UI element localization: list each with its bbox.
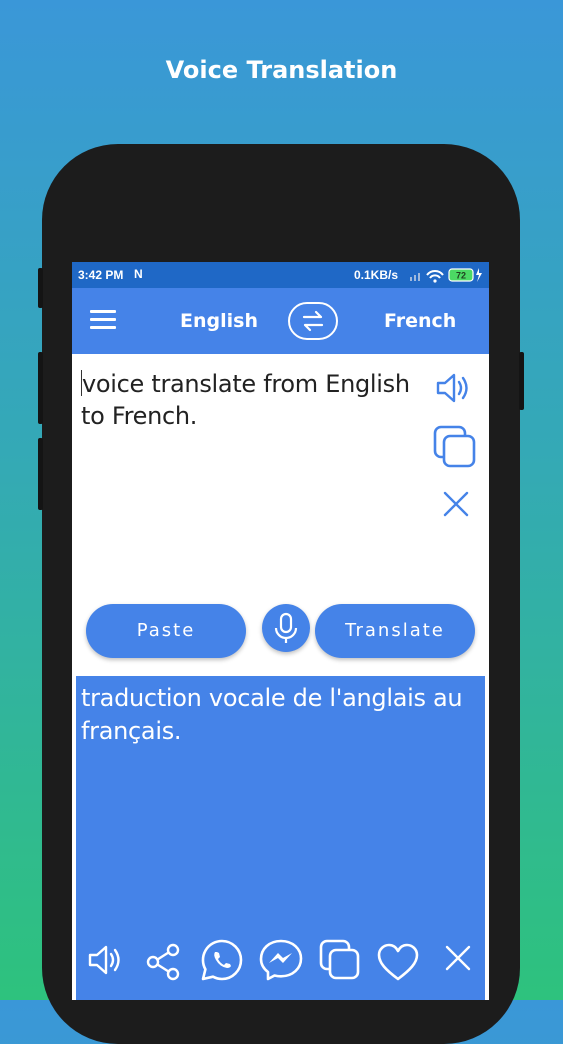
notification-icon: N [134,267,143,281]
output-action-bar [76,934,485,986]
favorite-button[interactable] [376,942,420,982]
phone-side-button-left [38,268,43,308]
speak-output-button[interactable] [86,942,126,978]
status-icons: 72 [410,265,484,288]
output-panel: traduction vocale de l'anglais au frança… [76,676,485,1000]
share-icon [146,943,180,981]
speaker-icon [88,945,120,975]
phone-side-button-left [38,352,43,424]
close-icon [443,491,469,517]
swap-languages-button[interactable] [288,302,338,340]
phone-side-button-right [519,352,524,410]
share-button[interactable] [144,942,184,982]
speaker-icon [436,373,468,403]
heart-icon [377,943,419,981]
copy-input-button[interactable] [432,424,478,470]
target-language-selector[interactable]: French [384,310,456,332]
copy-output-button[interactable] [318,939,362,986]
messenger-button[interactable] [258,939,304,986]
speak-input-button[interactable] [434,370,474,406]
mic-button[interactable] [262,604,310,652]
menu-button[interactable] [90,310,116,332]
close-icon [445,945,471,971]
app-bar: English French [72,288,489,354]
signal-wifi-battery-icon: 72 [410,268,482,283]
phone-side-button-left [38,438,43,510]
network-speed: 0.1KB/s [354,268,399,282]
menu-icon [90,310,116,313]
input-panel: voice translate from English to French. … [76,358,485,674]
copy-icon [319,939,360,980]
source-language-selector[interactable]: English [180,310,258,332]
paste-button[interactable]: Paste [86,604,246,658]
swap-icon [302,310,324,332]
battery-level: 72 [456,271,466,281]
whatsapp-icon [201,939,243,981]
messenger-icon [259,939,303,981]
promo-title: Voice Translation [165,56,398,84]
input-textarea[interactable]: voice translate from English to French. [81,368,421,432]
status-bar: 3:42 PM N 0.1KB/s 72 [72,262,489,288]
status-time: 3:42 PM [78,268,124,282]
clear-output-button[interactable] [442,942,474,974]
copy-icon [433,425,476,468]
translate-button[interactable]: Translate [315,604,475,658]
app-screen: 3:42 PM N 0.1KB/s 72 English French voic… [72,262,489,1000]
output-text: traduction vocale de l'anglais au frança… [81,684,463,745]
mic-icon [274,612,298,643]
clear-input-button[interactable] [440,488,472,520]
whatsapp-button[interactable] [200,939,244,986]
input-text: voice translate from English to French. [81,370,410,430]
